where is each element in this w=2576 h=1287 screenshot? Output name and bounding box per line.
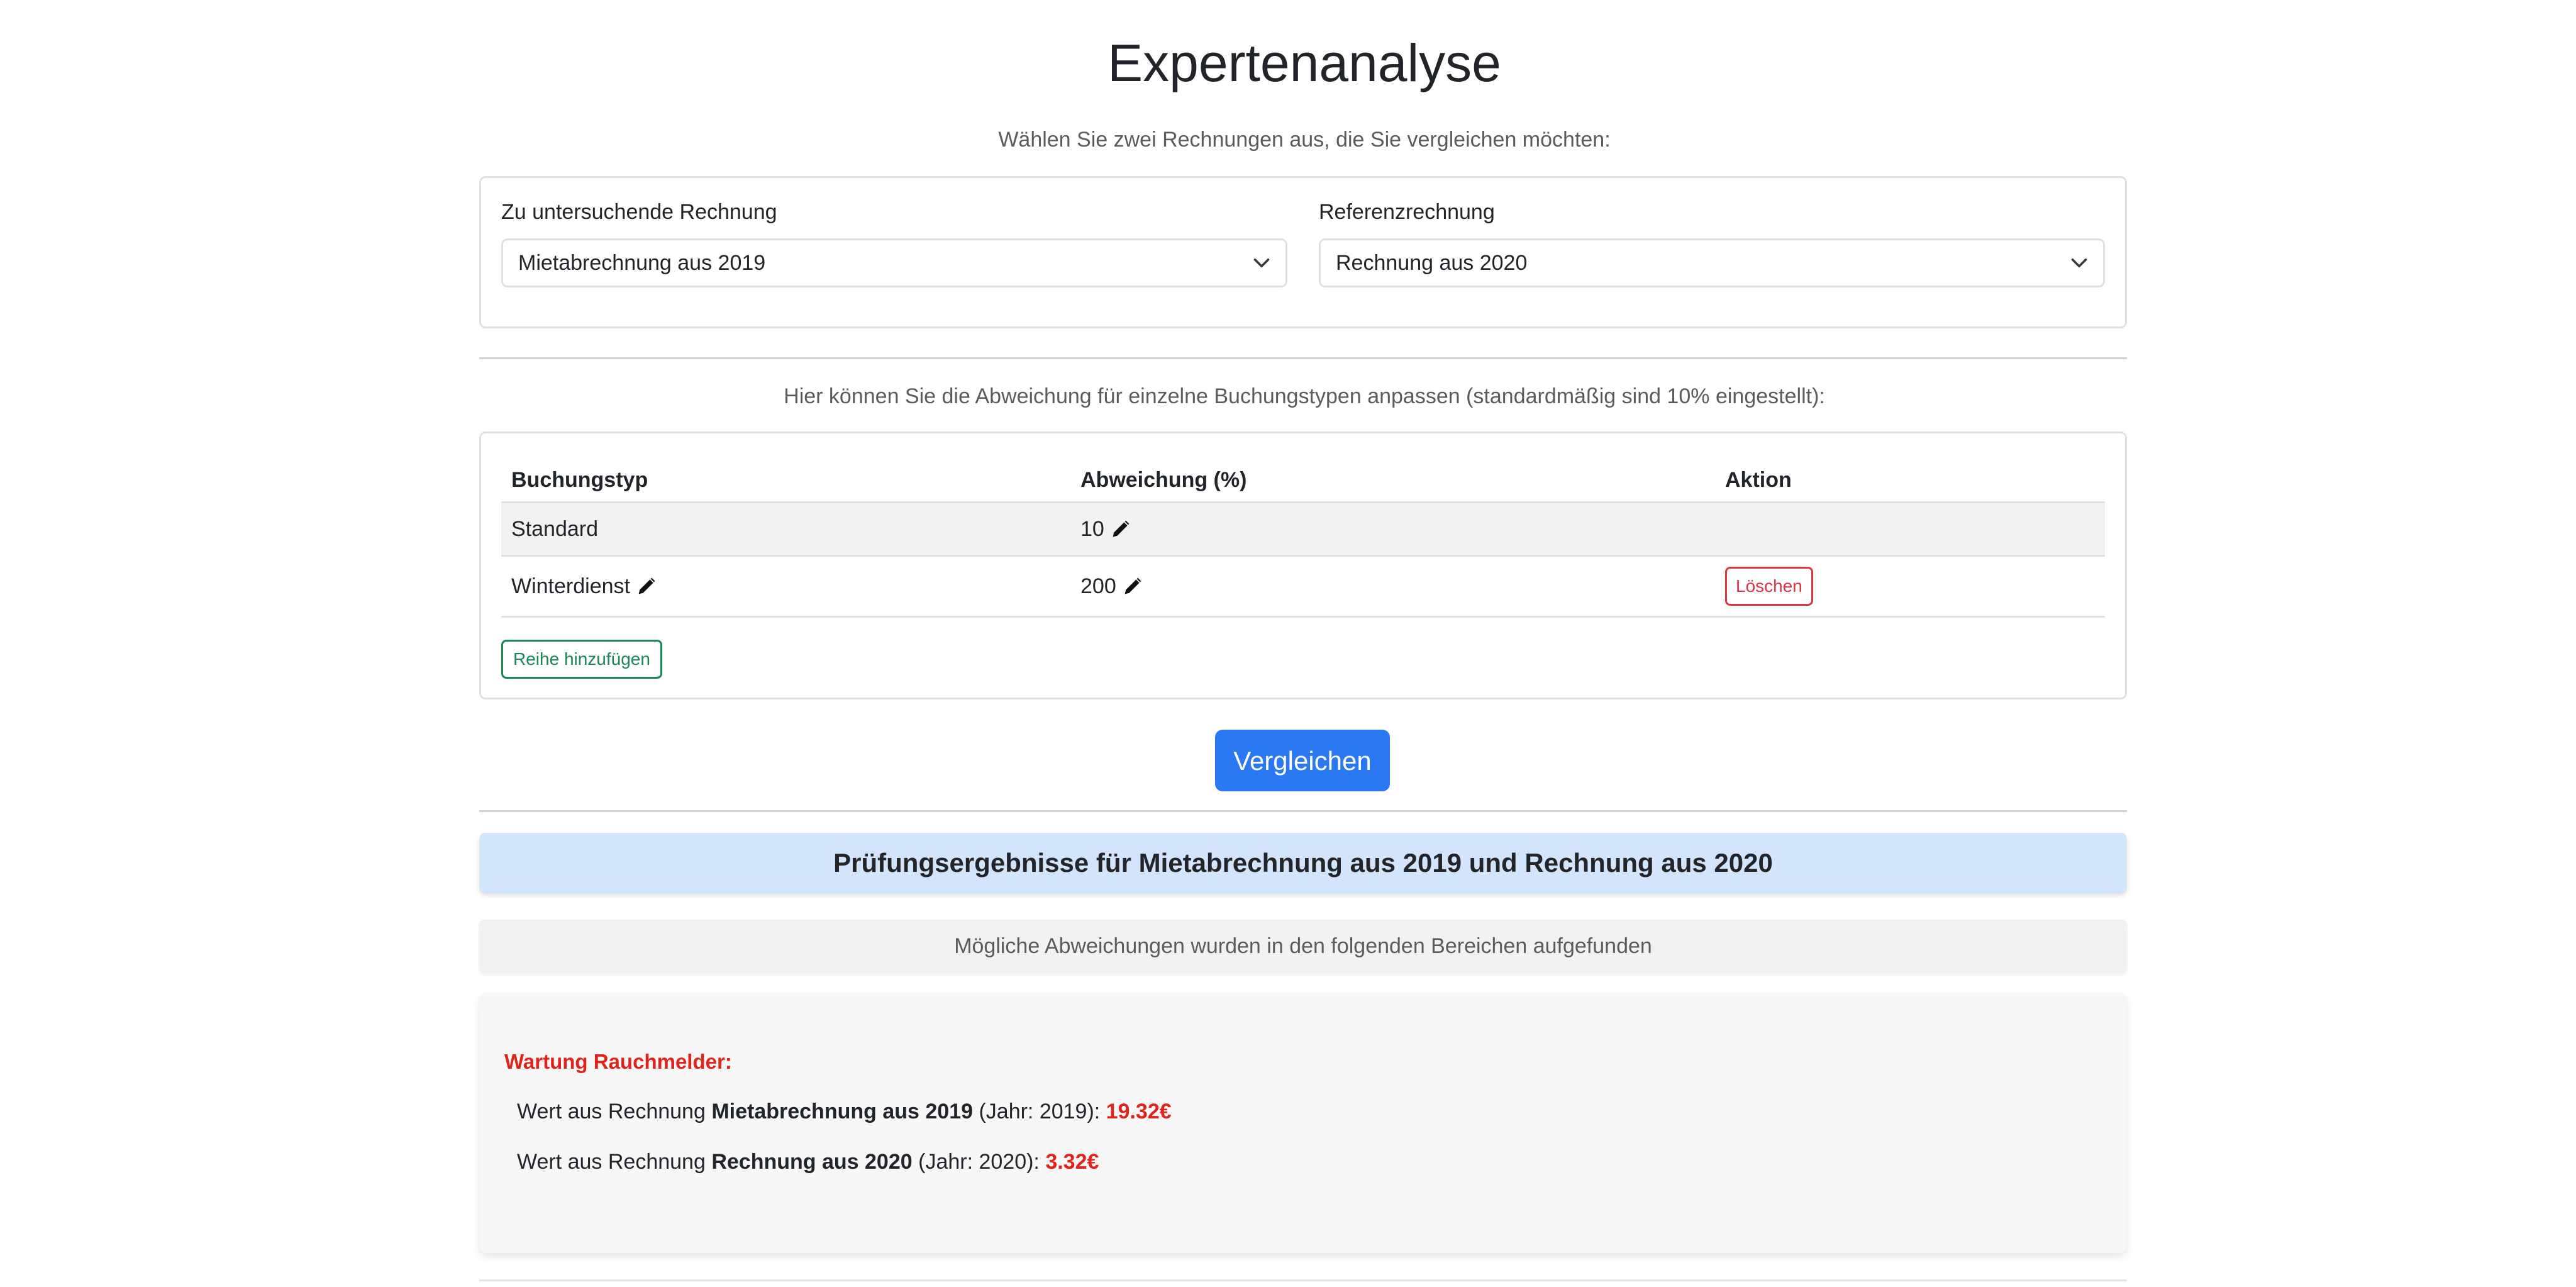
- invoice-select-value: Mietabrechnung aus 2019: [518, 251, 766, 275]
- finding-invoice-name: Mietabrechnung aus 2019: [711, 1100, 974, 1123]
- deviation-table-card: Buchungstyp Abweichung (%) Aktion Standa…: [479, 432, 2127, 699]
- invoice-select-label: Zu untersuchende Rechnung: [501, 200, 777, 224]
- divider: [479, 357, 2127, 359]
- add-row-button[interactable]: Reihe hinzufügen: [501, 640, 662, 679]
- finding-card: Wartung Rauchmelder: Wert aus Rechnung M…: [479, 993, 2127, 1253]
- row-type: Winterdienst: [511, 557, 657, 616]
- page: Expertenanalyse Wählen Sie zwei Rechnung…: [0, 0, 2576, 1287]
- table-row: Standard 10: [501, 503, 2105, 557]
- finding-title: Wartung Rauchmelder:: [504, 1050, 732, 1073]
- results-subheader: Mögliche Abweichungen wurden in den folg…: [479, 920, 2127, 972]
- reference-select[interactable]: Rechnung aus 2020: [1319, 238, 2105, 287]
- deviation-hint: Hier können Sie die Abweichung für einze…: [784, 384, 1825, 408]
- table-header-row: Buchungstyp Abweichung (%) Aktion: [501, 459, 2105, 503]
- finding-line: Wert aus Rechnung Mietabrechnung aus 201…: [517, 1096, 1172, 1127]
- chevron-down-icon: [1253, 259, 1270, 267]
- chevron-down-icon: [2071, 259, 2087, 267]
- row-type-label: Winterdienst: [511, 574, 630, 598]
- row-type: Standard: [511, 503, 598, 555]
- table-row: Winterdienst 200 Löschen: [501, 557, 2105, 618]
- column-header-action: Aktion: [1725, 468, 1792, 492]
- compare-button[interactable]: Vergleichen: [1215, 730, 1390, 791]
- row-percent-value: 10: [1080, 516, 1104, 541]
- reference-select-value: Rechnung aus 2020: [1336, 251, 1528, 275]
- page-subtitle: Wählen Sie zwei Rechnungen aus, die Sie …: [998, 128, 1611, 152]
- invoice-selection-card: Zu untersuchende Rechnung Mietabrechnung…: [479, 176, 2127, 328]
- finding-value: 3.32€: [1045, 1150, 1099, 1174]
- delete-row-button[interactable]: Löschen: [1725, 567, 1813, 606]
- finding-line-prefix: Wert aus Rechnung: [517, 1150, 712, 1174]
- row-percent-value: 200: [1080, 574, 1116, 598]
- column-header-deviation: Abweichung (%): [1080, 468, 1247, 492]
- results-header: Prüfungsergebnisse für Mietabrechnung au…: [479, 833, 2127, 893]
- divider: [479, 1279, 2127, 1281]
- page-title: Expertenanalyse: [1108, 33, 1501, 92]
- row-percent: 10: [1080, 503, 1131, 555]
- finding-line: Wert aus Rechnung Rechnung aus 2020 (Jah…: [517, 1146, 1099, 1178]
- column-header-type: Buchungstyp: [511, 468, 648, 492]
- divider: [479, 810, 2127, 812]
- finding-line-prefix: Wert aus Rechnung: [517, 1100, 712, 1123]
- pencil-edit-icon[interactable]: [1111, 519, 1131, 539]
- finding-year: (Jahr: 2020):: [912, 1150, 1046, 1174]
- row-percent: 200: [1080, 557, 1143, 616]
- pencil-edit-icon[interactable]: [1123, 576, 1143, 596]
- finding-year: (Jahr: 2019):: [973, 1100, 1106, 1123]
- pencil-edit-icon[interactable]: [636, 576, 657, 596]
- invoice-select[interactable]: Mietabrechnung aus 2019: [501, 238, 1287, 287]
- finding-invoice-name: Rechnung aus 2020: [711, 1150, 913, 1174]
- row-type-label: Standard: [511, 516, 598, 541]
- finding-value: 19.32€: [1106, 1100, 1172, 1123]
- reference-select-label: Referenzrechnung: [1319, 200, 1495, 224]
